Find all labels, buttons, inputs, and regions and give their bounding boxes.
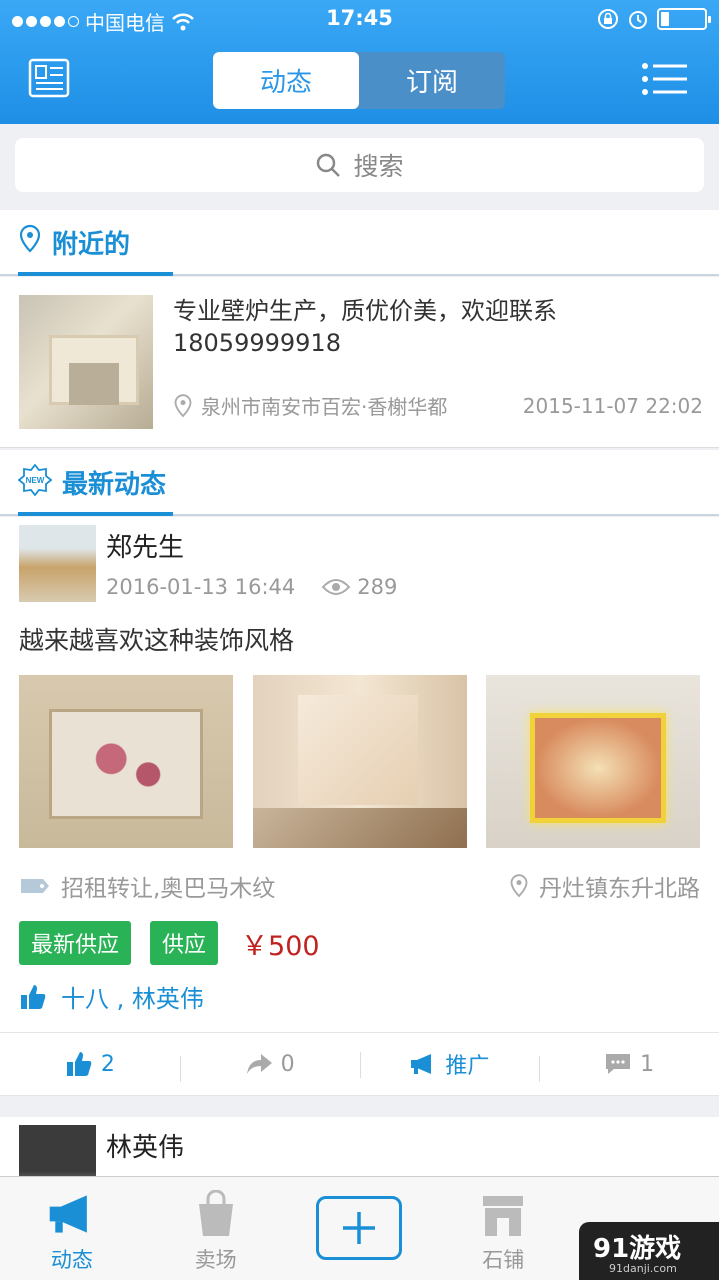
megaphone-icon (49, 1195, 87, 1233)
liked-by: 十八 , 林英伟 (19, 979, 204, 1014)
tab-dynamic[interactable]: 动态 (213, 52, 359, 109)
news-icon[interactable] (28, 58, 70, 98)
rotation-lock-icon (598, 9, 618, 29)
search-placeholder: 搜索 (353, 152, 404, 181)
post-photo[interactable] (252, 675, 467, 848)
status-bar: 中国电信 17:45 (0, 0, 719, 40)
nearby-time: 2015-11-07 22:02 (522, 393, 703, 418)
post-photo[interactable] (486, 675, 700, 848)
post-time: 2016-01-13 16:44 (106, 575, 296, 599)
nearby-header: 附近的 (0, 210, 719, 276)
post-card[interactable]: 林英伟 (0, 1117, 719, 1177)
add-icon (316, 1196, 403, 1260)
new-badge-icon: NEW (18, 464, 52, 496)
post-actions: 2 0 推广 1 (0, 1032, 719, 1096)
tabbar-market[interactable]: 卖场 (144, 1177, 288, 1280)
search-area: 搜索 (0, 124, 719, 210)
watermark-logo: 91游戏 91danji.com (579, 1222, 719, 1280)
menu-icon[interactable] (641, 62, 689, 96)
avatar[interactable] (19, 525, 96, 602)
search-input[interactable]: 搜索 (15, 138, 704, 192)
top-tabs: 动态 订阅 (213, 52, 505, 109)
nearby-item[interactable]: 专业壁炉生产，质优价美，欢迎联系18059999918 泉州市南安市百宏·香榭华… (0, 277, 719, 448)
search-icon (317, 153, 341, 177)
svg-text:NEW: NEW (26, 476, 45, 485)
nearby-description: 专业壁炉生产，质优价美，欢迎联系18059999918 (173, 297, 557, 357)
comment-button[interactable]: 1 (539, 1052, 719, 1082)
post-photos (19, 675, 700, 848)
tag-icon (21, 879, 49, 893)
nearby-location: 泉州市南安市百宏·香榭华都 (173, 391, 447, 420)
avatar[interactable] (19, 1125, 96, 1177)
location-pin-icon (510, 874, 528, 898)
alarm-icon (629, 11, 647, 29)
nearby-title: 附近的 (18, 224, 173, 276)
post-price: ￥500 (241, 930, 320, 962)
thumbs-up-icon (66, 1052, 92, 1076)
tabbar-shop[interactable]: 石铺 (431, 1177, 575, 1280)
view-count: 289 (321, 575, 397, 599)
post-tags: 招租转让,奥巴马木纹 (19, 869, 275, 903)
share-icon (246, 1054, 272, 1074)
battery-icon (657, 8, 711, 30)
shopping-bag-icon (198, 1190, 233, 1236)
post-username[interactable]: 林英伟 (106, 1127, 184, 1164)
tabbar-publish[interactable] (288, 1177, 432, 1280)
thumbs-up-icon (21, 984, 46, 1009)
app-header: 中国电信 17:45 动态 订阅 (0, 0, 719, 124)
location-pin-icon (174, 393, 192, 417)
eye-icon (321, 579, 351, 595)
location-pin-icon (19, 224, 41, 253)
badge-latest-supply: 最新供应 (19, 921, 132, 965)
promote-button[interactable]: 推广 (359, 1048, 540, 1080)
tabbar-dynamic[interactable]: 动态 (0, 1177, 144, 1280)
share-button[interactable]: 0 (179, 1052, 360, 1082)
tab-subscribe[interactable]: 订阅 (359, 52, 505, 109)
fireplace-image (19, 295, 153, 429)
latest-header: NEW 最新动态 (0, 450, 719, 516)
post-photo[interactable] (19, 675, 233, 848)
post-text: 越来越喜欢这种装饰风格 (19, 626, 295, 655)
store-icon (483, 1196, 524, 1236)
post-card[interactable]: 郑先生 2016-01-13 16:44 289 越来越喜欢这种装饰风格 招租转… (0, 517, 719, 1032)
post-username[interactable]: 郑先生 (106, 527, 184, 564)
post-location: 丹灶镇东升北路 (509, 869, 700, 903)
like-button[interactable]: 2 (0, 1050, 180, 1078)
comment-icon (606, 1054, 631, 1074)
latest-title: NEW 最新动态 (18, 464, 173, 516)
badge-supply: 供应 (150, 921, 219, 965)
megaphone-icon (411, 1054, 432, 1074)
